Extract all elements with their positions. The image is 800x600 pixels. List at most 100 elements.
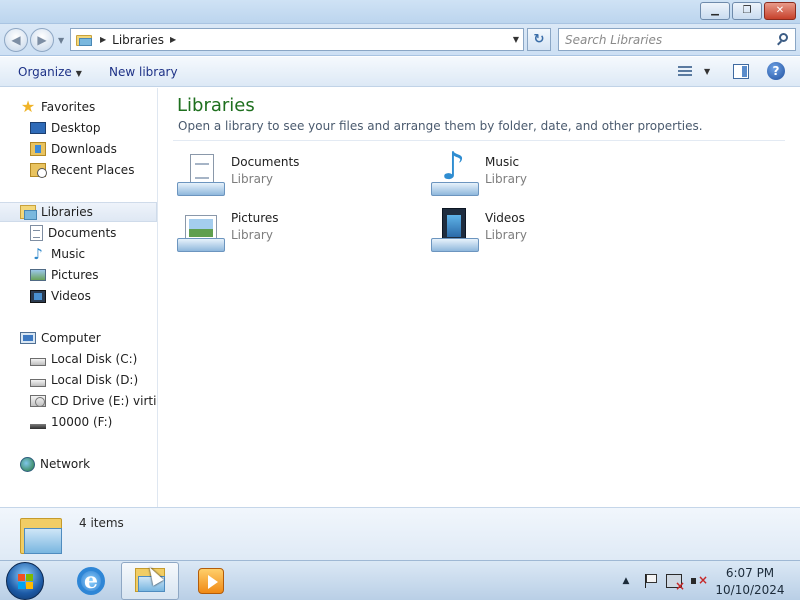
library-type: Library (485, 228, 527, 242)
downloads-icon (30, 142, 46, 156)
library-item-pictures[interactable]: Pictures Library (177, 206, 417, 258)
videos-icon (30, 289, 46, 303)
view-options-dropdown[interactable]: ▼ (704, 67, 710, 76)
nav-libraries-label: Libraries (41, 205, 93, 219)
taskbar: ▲ 6:07 PM 10/10/2024 (0, 560, 800, 600)
refresh-button[interactable]: ↻ (527, 28, 551, 51)
removable-drive-icon (30, 424, 46, 429)
preview-pane-icon[interactable] (733, 64, 749, 79)
network-disconnected-icon[interactable] (666, 574, 685, 593)
search-icon[interactable] (775, 32, 791, 48)
content-pane: Libraries Open a library to see your fil… (159, 88, 800, 507)
breadcrumb-separator-icon[interactable]: ▶ (170, 35, 176, 44)
command-bar: Organize ▼ New library ▼ ? (0, 57, 800, 87)
forward-button[interactable]: ▶ (30, 28, 54, 52)
nav-item-music[interactable]: ♪ Music (0, 244, 157, 264)
libraries-icon (20, 205, 37, 220)
minimize-button[interactable]: ▁ (700, 2, 730, 20)
media-player-icon (198, 568, 224, 594)
back-button[interactable]: ◀ (4, 28, 28, 52)
nav-item-local-disk-d[interactable]: Local Disk (D:) (0, 370, 157, 390)
taskbar-media-player[interactable] (182, 562, 240, 600)
nav-computer[interactable]: Computer (0, 328, 157, 348)
back-arrow-icon: ◀ (11, 33, 21, 47)
show-hidden-icons-button[interactable]: ▲ (618, 573, 634, 589)
page-title: Libraries (177, 95, 255, 116)
music-note-icon: ♪ (441, 144, 466, 188)
nav-network-label: Network (40, 457, 91, 471)
nav-item-label: Local Disk (C:) (51, 352, 138, 366)
help-icon[interactable]: ? (767, 62, 785, 80)
clock[interactable]: 6:07 PM 10/10/2024 (712, 565, 788, 599)
restore-icon: ❐ (742, 5, 752, 16)
new-library-label: New library (109, 65, 178, 79)
action-center-flag-icon[interactable] (642, 573, 658, 589)
page-subtitle: Open a library to see your files and arr… (178, 119, 703, 133)
chevron-down-icon: ▼ (75, 69, 82, 78)
documents-library-icon (177, 150, 225, 198)
start-button[interactable] (6, 562, 44, 600)
nav-item-local-disk-c[interactable]: Local Disk (C:) (0, 349, 157, 369)
nav-item-label: Videos (51, 289, 91, 303)
nav-item-label: Downloads (51, 142, 117, 156)
organize-button[interactable]: Organize ▼ (18, 65, 82, 79)
library-type: Library (231, 228, 273, 242)
divider (173, 140, 785, 141)
nav-item-label: Music (51, 247, 86, 261)
forward-arrow-icon: ▶ (37, 33, 47, 47)
organize-label: Organize (18, 65, 72, 79)
library-type: Library (231, 172, 273, 186)
system-tray: ▲ (618, 561, 709, 600)
nav-item-downloads[interactable]: Downloads (0, 139, 157, 159)
clock-date: 10/10/2024 (715, 583, 785, 597)
nav-computer-label: Computer (41, 331, 101, 345)
hard-disk-icon (30, 379, 46, 387)
nav-item-pictures[interactable]: Pictures (0, 265, 157, 285)
nav-network[interactable]: Network (0, 454, 157, 474)
library-name: Documents (231, 155, 300, 169)
library-item-music[interactable]: ♪ Music Library (431, 146, 671, 202)
internet-explorer-icon (77, 567, 105, 595)
close-button[interactable]: ✕ (764, 2, 796, 20)
nav-item-label: CD Drive (E:) virtio-w (51, 394, 157, 408)
nav-item-videos[interactable]: Videos (0, 286, 157, 306)
nav-item-desktop[interactable]: Desktop (0, 118, 157, 138)
libraries-icon (76, 33, 94, 47)
breadcrumb-libraries[interactable]: Libraries (112, 33, 164, 47)
breadcrumb-separator-icon[interactable]: ▶ (100, 35, 106, 44)
library-item-documents[interactable]: Documents Library (177, 150, 417, 202)
library-name: Pictures (231, 211, 279, 225)
pictures-icon (30, 269, 46, 281)
nav-favorites[interactable]: ★ Favorites (0, 97, 157, 117)
address-bar[interactable]: ▶ Libraries ▶ ▼ (70, 28, 524, 51)
nav-item-cd-drive[interactable]: CD Drive (E:) virtio-w (0, 391, 157, 411)
clock-time: 6:07 PM (725, 566, 775, 580)
nav-item-recent-places[interactable]: Recent Places (0, 160, 157, 180)
nav-item-documents[interactable]: Documents (0, 223, 157, 243)
address-history-dropdown[interactable]: ▼ (513, 35, 519, 44)
change-view-icon[interactable] (678, 64, 694, 80)
new-library-button[interactable]: New library (109, 65, 178, 79)
library-name: Videos (485, 211, 525, 225)
nav-item-drive-f[interactable]: 10000 (F:) (0, 412, 157, 432)
library-item-videos[interactable]: Videos Library (431, 206, 671, 258)
nav-item-label: 10000 (F:) (51, 415, 113, 429)
desktop-icon (30, 122, 46, 134)
search-box[interactable] (558, 28, 796, 51)
nav-favorites-label: Favorites (41, 100, 96, 114)
nav-libraries[interactable]: Libraries (0, 202, 157, 222)
minimize-icon: ▁ (711, 5, 719, 16)
navigation-pane: ★ Favorites Desktop Downloads Recent Plac… (0, 88, 158, 507)
search-input[interactable] (559, 32, 775, 47)
window-controls: ▁ ❐ ✕ (700, 2, 796, 20)
library-name: Music (485, 155, 520, 169)
libraries-large-icon (18, 514, 64, 556)
recent-pages-dropdown[interactable]: ▼ (58, 36, 64, 45)
maximize-button[interactable]: ❐ (732, 2, 762, 20)
taskbar-internet-explorer[interactable] (62, 562, 120, 600)
documents-icon (30, 225, 43, 241)
item-count: 4 items (79, 516, 124, 530)
library-type: Library (485, 172, 527, 186)
volume-muted-icon[interactable] (690, 573, 708, 589)
nav-item-label: Documents (48, 226, 117, 240)
